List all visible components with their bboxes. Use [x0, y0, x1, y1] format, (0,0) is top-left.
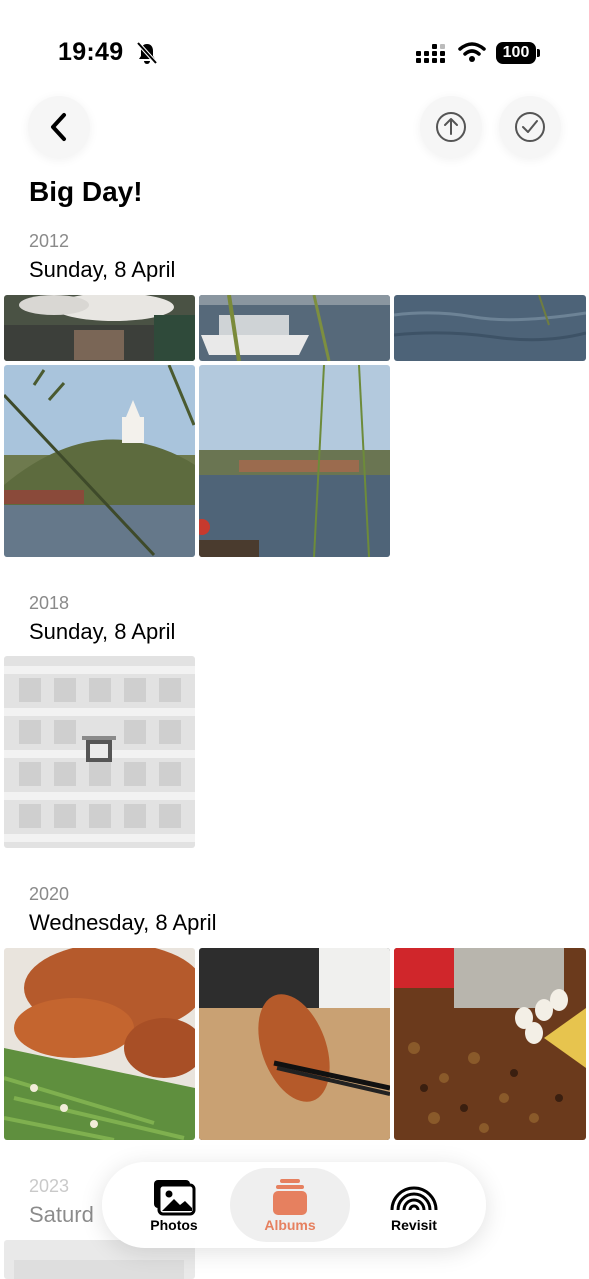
section-year: 2018: [29, 593, 70, 613]
section-date: Sunday, 8 April: [29, 257, 176, 282]
section-year: 2012: [29, 231, 70, 251]
tab-albums[interactable]: Albums: [230, 1168, 350, 1242]
chevron-left-icon: [51, 113, 66, 141]
photos-icon: [154, 1180, 196, 1216]
photo-thumbnail[interactable]: [199, 295, 390, 361]
wifi-icon: [458, 42, 486, 62]
select-button[interactable]: [499, 96, 561, 158]
tab-revisit-label: Revisit: [391, 1217, 437, 1233]
photo-thumbnail[interactable]: [394, 295, 586, 361]
tab-albums-label: Albums: [264, 1217, 316, 1233]
tab-photos[interactable]: Photos: [114, 1168, 234, 1242]
battery-icon: 100: [496, 42, 540, 64]
photo-thumbnail[interactable]: [4, 948, 195, 1140]
arrow-up-circle-icon: [436, 112, 466, 142]
section-date: Saturd: [29, 1202, 94, 1227]
photo-thumbnail[interactable]: [4, 656, 195, 848]
status-time: 19:49: [58, 38, 124, 66]
photo-thumbnail[interactable]: [4, 295, 195, 361]
back-button[interactable]: [28, 96, 90, 158]
signal-icon: [416, 44, 445, 63]
section-year: 2020: [29, 884, 70, 904]
checkmark-circle-icon: [515, 112, 545, 142]
section-date: Wednesday, 8 April: [29, 910, 217, 935]
tab-revisit[interactable]: Revisit: [354, 1168, 474, 1242]
albums-icon: [273, 1179, 307, 1215]
status-bar: 19:49 100: [0, 0, 589, 100]
photo-thumbnail[interactable]: [4, 365, 195, 557]
bell-slash-icon: [136, 41, 158, 65]
tab-bar: Photos Albums Revisit: [102, 1162, 486, 1248]
photo-thumbnail[interactable]: [199, 365, 390, 557]
photo-thumbnail[interactable]: [199, 948, 390, 1140]
album-title: Big Day!: [29, 176, 143, 207]
tab-photos-label: Photos: [150, 1217, 198, 1233]
section-date: Sunday, 8 April: [29, 619, 176, 644]
photo-thumbnail[interactable]: [394, 948, 586, 1140]
section-year: 2023: [29, 1176, 70, 1196]
share-button[interactable]: [420, 96, 482, 158]
rainbow-icon: [390, 1186, 438, 1211]
battery-level: 100: [496, 42, 536, 64]
